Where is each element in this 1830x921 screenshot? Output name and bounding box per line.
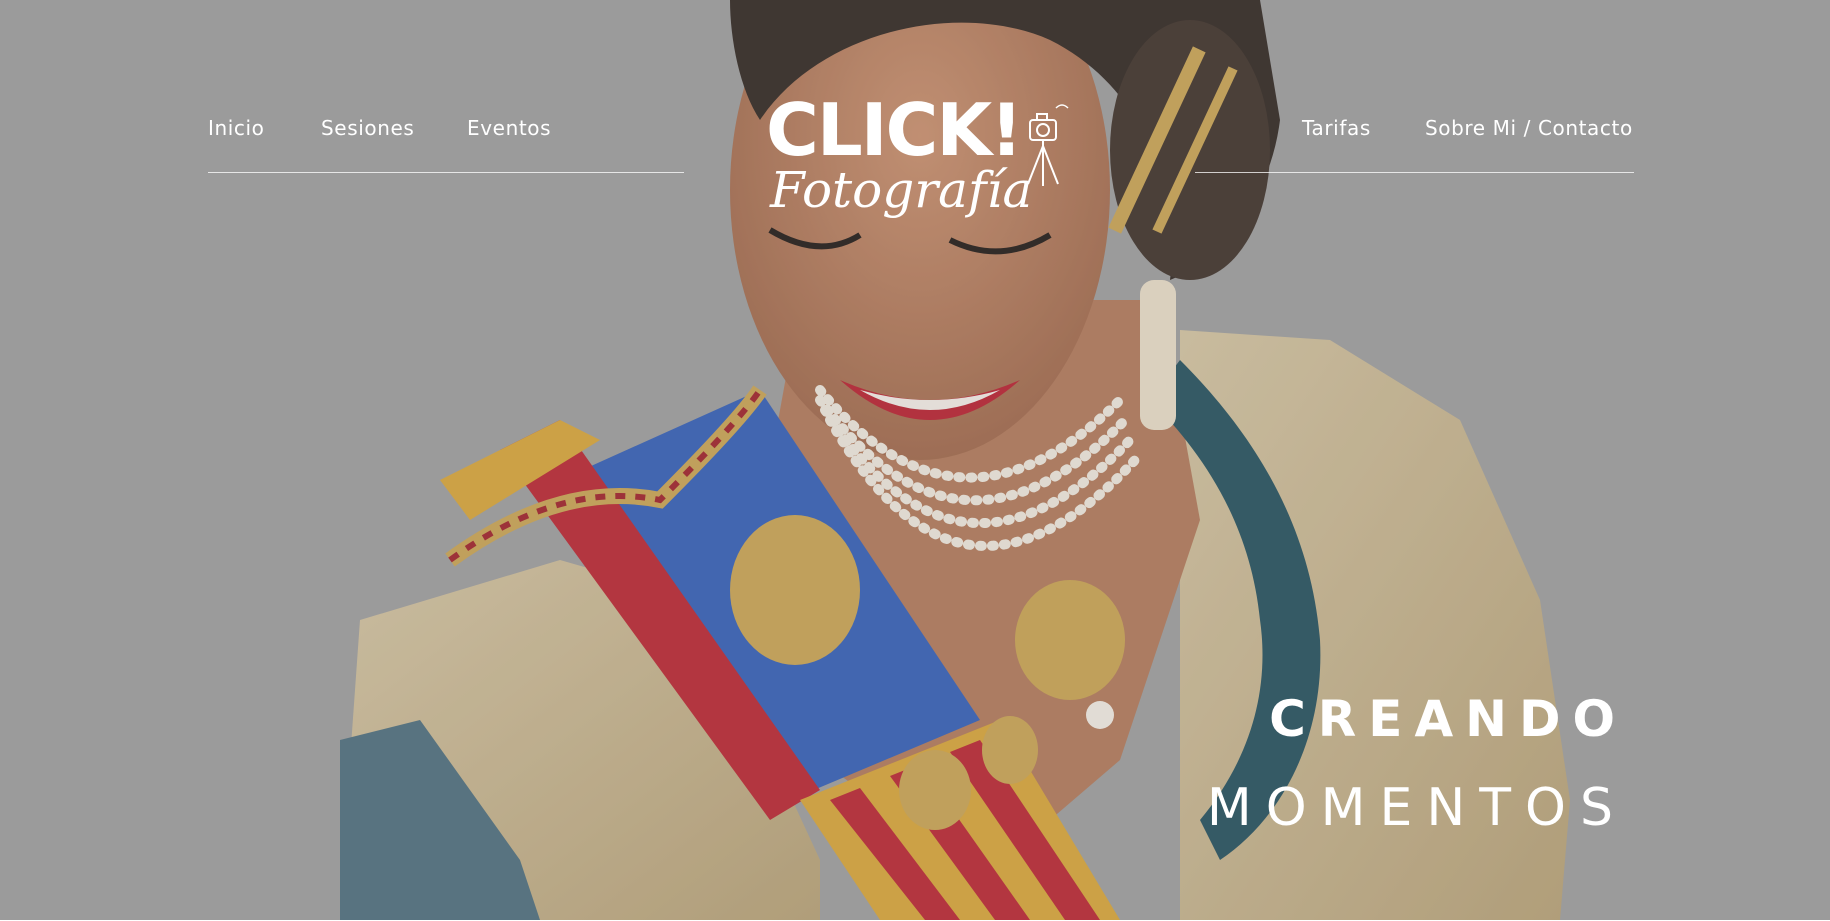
- hero-headline-line1: CREANDO: [1269, 690, 1627, 748]
- nav-divider-right: [1195, 172, 1634, 173]
- logo-title: CLICK!: [766, 88, 1023, 172]
- nav-link-sesiones[interactable]: Sesiones: [321, 116, 414, 140]
- nav-link-eventos[interactable]: Eventos: [467, 116, 551, 140]
- nav-link-tarifas[interactable]: Tarifas: [1302, 116, 1371, 140]
- site-logo[interactable]: CLICK! Fotografía: [760, 88, 1069, 240]
- nav-link-inicio[interactable]: Inicio: [208, 116, 265, 140]
- hero-headline-line2: MOMENTOS: [1206, 778, 1627, 838]
- hero-section: Inicio Sesiones Eventos Tarifas Sobre Mi…: [0, 0, 1830, 920]
- logo-subtitle: Fotografía: [770, 161, 1033, 219]
- nav-divider-left: [208, 172, 684, 173]
- camera-on-tripod-icon: [1027, 104, 1069, 186]
- nav-link-contacto[interactable]: Sobre Mi / Contacto: [1425, 116, 1633, 140]
